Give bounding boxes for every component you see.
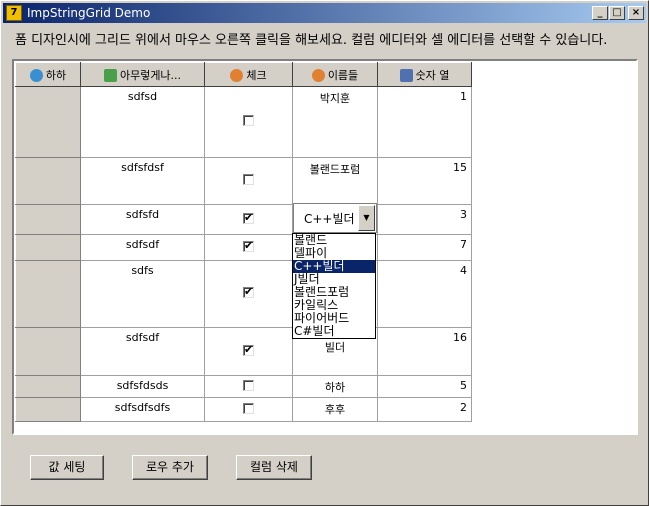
close-button[interactable]: × [628, 6, 644, 20]
table-row[interactable]: sdfsdfsdfs 후후 2 [15, 397, 472, 422]
check-cell[interactable] [204, 327, 293, 376]
column-header-number[interactable]: 숫자 열 [377, 62, 472, 87]
table-row[interactable]: sdfsfd 3 [15, 204, 472, 235]
column-header-names[interactable]: 이름들 [292, 62, 378, 87]
number-cell[interactable]: 7 [377, 234, 472, 261]
dropdown-option[interactable]: C#빌더 [293, 325, 375, 338]
check-cell[interactable] [204, 86, 293, 158]
dropdown-option[interactable]: J빌더 [293, 273, 375, 286]
row-header[interactable] [15, 157, 81, 205]
check-cell[interactable] [204, 157, 293, 205]
row-header[interactable] [15, 234, 81, 261]
row-header[interactable] [15, 86, 81, 158]
text-cell[interactable]: sdfs [80, 260, 205, 328]
name-cell[interactable]: 박지훈 [292, 86, 378, 158]
table-row[interactable]: sdfsd 박지훈 1 [15, 86, 472, 158]
row-header[interactable] [15, 204, 81, 235]
row-header[interactable] [15, 397, 81, 422]
row-header[interactable] [15, 260, 81, 328]
name-cell[interactable]: 후후 [292, 397, 378, 422]
column-header-check[interactable]: 체크 [204, 62, 293, 87]
dropdown-option[interactable]: 카일릭스 [293, 299, 375, 312]
checkbox-checked[interactable] [243, 343, 254, 356]
checkbox-checked[interactable] [243, 285, 254, 298]
checkbox[interactable] [243, 115, 254, 126]
dropdown-option[interactable]: 파이어버드 [293, 312, 375, 325]
title-bar[interactable]: 7 ImpStringGrid Demo _ □ × [3, 3, 646, 23]
grid-header-row: 하하 아무렇게나... 체크 이름들 숫자 열 [15, 62, 472, 87]
row-header[interactable] [15, 327, 81, 376]
set-value-button[interactable]: 값 세팅 [30, 455, 104, 480]
grid-table: 하하 아무렇게나... 체크 이름들 숫자 열 sdfsd 박지훈 1 sdfs… [15, 62, 472, 422]
dropdown-option[interactable]: 델파이 [293, 247, 375, 260]
text-cell[interactable]: sdfsdfsdfs [80, 397, 205, 422]
minimize-button[interactable]: _ [592, 6, 608, 20]
number-cell[interactable]: 2 [377, 397, 472, 422]
text-cell[interactable]: sdfsfd [80, 204, 205, 235]
number-cell[interactable]: 1 [377, 86, 472, 158]
checkbox[interactable] [243, 402, 254, 414]
app-window: 7 ImpStringGrid Demo _ □ × 폼 디자인시에 그리드 위… [0, 0, 649, 506]
checkbox[interactable] [243, 379, 254, 391]
text-cell[interactable]: sdfsfdsds [80, 375, 205, 398]
cell-editor-combobox[interactable]: C++빌더 ▼ [293, 203, 377, 233]
number-cell[interactable]: 16 [377, 327, 472, 376]
name-cell[interactable]: 하하 [292, 375, 378, 398]
delphi-app-icon[interactable]: 7 [6, 5, 22, 21]
table-row[interactable]: sdfsdf 7 [15, 234, 472, 261]
combobox-value: C++빌더 [304, 212, 355, 226]
dropdown-option[interactable]: 볼랜드 [293, 234, 375, 247]
checkbox-checked[interactable] [243, 211, 254, 224]
globe-user-icon [29, 69, 43, 82]
number-cell[interactable]: 3 [377, 204, 472, 235]
home-icon [103, 69, 117, 82]
table-row[interactable]: sdfsfdsds 하하 5 [15, 375, 472, 398]
number-cell[interactable]: 4 [377, 260, 472, 328]
column-header-haha[interactable]: 하하 [15, 62, 81, 87]
table-row[interactable]: sdfsdf 빌더 16 [15, 327, 472, 376]
number-cell[interactable]: 5 [377, 375, 472, 398]
window-title: ImpStringGrid Demo [27, 6, 151, 20]
user-icon [230, 69, 244, 82]
checkbox[interactable] [243, 174, 254, 185]
row-header[interactable] [15, 375, 81, 398]
chevron-down-icon[interactable]: ▼ [358, 205, 375, 231]
name-cell[interactable]: 볼랜드포럼 [292, 157, 378, 205]
user-icon [311, 69, 325, 82]
check-cell[interactable] [204, 375, 293, 398]
check-cell[interactable] [204, 397, 293, 422]
text-cell[interactable]: sdfsdf [80, 234, 205, 261]
text-cell[interactable]: sdfsfdsf [80, 157, 205, 205]
combobox-dropdown-list[interactable]: 볼랜드 델파이 C++빌더 J빌더 볼랜드포럼 카일릭스 파이어버드 C#빌더 [292, 233, 376, 339]
hint-label: 폼 디자인시에 그리드 위에서 마우스 오른쪽 클릭을 해보세요. 컬럼 에디터… [15, 33, 608, 48]
number-cell[interactable]: 15 [377, 157, 472, 205]
check-cell[interactable] [204, 260, 293, 328]
table-row[interactable]: sdfs 4 [15, 260, 472, 328]
text-cell[interactable]: sdfsdf [80, 327, 205, 376]
add-row-button[interactable]: 로우 추가 [132, 455, 208, 480]
column-header-anything[interactable]: 아무렇게나... [80, 62, 205, 87]
dropdown-option[interactable]: 볼랜드포럼 [293, 286, 375, 299]
check-cell[interactable] [204, 234, 293, 261]
dropdown-option-selected[interactable]: C++빌더 [293, 260, 375, 273]
text-cell[interactable]: sdfsd [80, 86, 205, 158]
checkbox-checked[interactable] [243, 239, 254, 252]
maximize-button[interactable]: □ [609, 6, 625, 20]
phone-icon [399, 69, 413, 82]
check-cell[interactable] [204, 204, 293, 235]
table-row[interactable]: sdfsfdsf 볼랜드포럼 15 [15, 157, 472, 205]
delete-column-button[interactable]: 컬럼 삭제 [236, 455, 312, 480]
